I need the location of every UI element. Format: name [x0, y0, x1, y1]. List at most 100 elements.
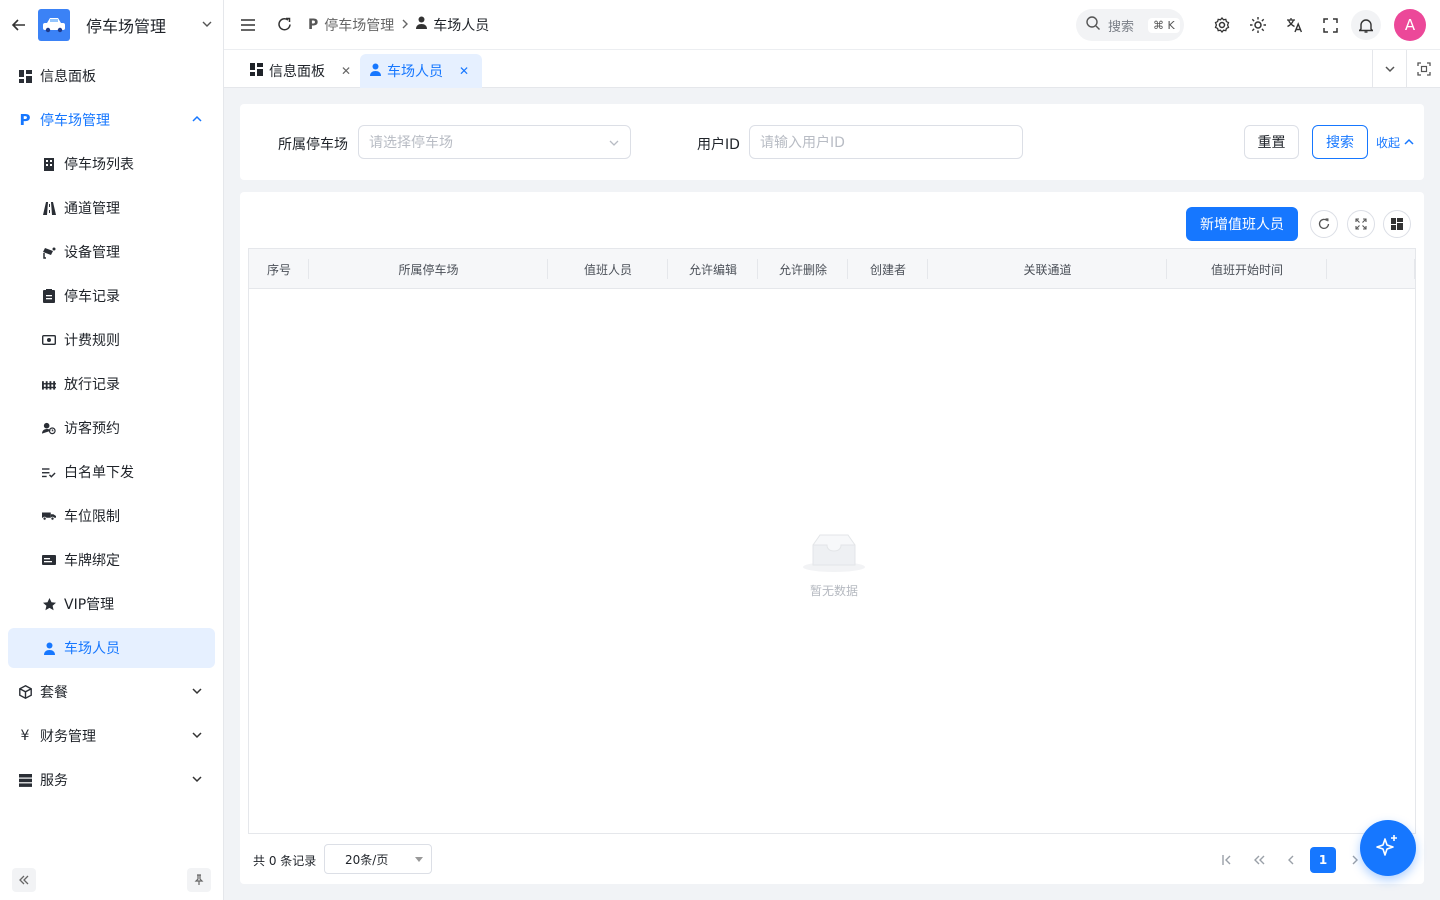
sidebar-item-device-management[interactable]: 设备管理 — [8, 232, 215, 272]
search-placeholder: 搜索 — [1108, 19, 1135, 35]
sidebar-item-label: 车位限制 — [64, 509, 120, 525]
menu-toggle-icon[interactable] — [230, 7, 266, 43]
truck-icon — [42, 509, 56, 523]
sidebar-item-finance[interactable]: ¥ 财务管理 — [8, 716, 215, 756]
column-header[interactable]: 关联通道 — [928, 249, 1167, 289]
sparkles-icon — [1375, 833, 1401, 863]
sidebar-item-release-records[interactable]: 放行记录 — [8, 364, 215, 404]
chevron-down-icon[interactable] — [1372, 50, 1406, 88]
sidebar-item-label: 停车场管理 — [40, 113, 110, 129]
column-header[interactable]: 允许删除 — [758, 249, 848, 289]
app-logo — [38, 9, 70, 41]
breadcrumb-item[interactable]: 停车场管理 — [324, 15, 394, 35]
back-arrow-icon[interactable] — [10, 16, 28, 34]
user-id-label: 用户ID — [697, 137, 740, 153]
column-header-label: 值班人员 — [583, 262, 632, 277]
sidebar-item-billing-rules[interactable]: 计费规则 — [8, 320, 215, 360]
theme-sun-icon[interactable] — [1240, 7, 1276, 43]
chevron-down-icon — [608, 137, 620, 153]
pin-icon[interactable] — [187, 868, 211, 892]
sidebar-item-service[interactable]: 服务 — [8, 760, 215, 800]
notification-bell-icon[interactable] — [1351, 10, 1381, 40]
user-avatar[interactable]: A — [1394, 9, 1426, 41]
add-duty-staff-button[interactable]: 新增值班人员 — [1186, 207, 1298, 241]
sidebar-item-package[interactable]: 套餐 — [8, 672, 215, 712]
sidebar-item-label: 访客预约 — [64, 421, 120, 437]
tab-label: 车场人员 — [387, 64, 443, 80]
parking-lot-select[interactable]: 请选择停车场 — [358, 125, 631, 159]
sidebar-item-channel-management[interactable]: 通道管理 — [8, 188, 215, 228]
refresh-icon[interactable] — [1310, 210, 1338, 238]
close-icon[interactable]: ✕ — [341, 64, 351, 78]
prev-page-icon[interactable] — [1278, 847, 1304, 873]
column-header[interactable]: 创建者 — [848, 249, 928, 289]
sidebar-item-space-limit[interactable]: 车位限制 — [8, 496, 215, 536]
sidebar-item-plate-binding[interactable]: 车牌绑定 — [8, 540, 215, 580]
chevron-down-icon[interactable] — [191, 729, 203, 741]
chevron-down-icon[interactable] — [191, 685, 203, 697]
refresh-icon[interactable] — [266, 7, 302, 43]
prev-group-icon[interactable] — [1246, 847, 1272, 873]
empty-inbox-icon — [803, 531, 865, 576]
column-header[interactable]: 值班开始时间 — [1167, 249, 1327, 289]
page-size-select[interactable]: 20条/页 — [324, 844, 432, 874]
column-header — [1327, 249, 1415, 289]
reset-button[interactable]: 重置 — [1244, 125, 1299, 159]
user-id-placeholder: 请输入用户ID — [760, 135, 845, 151]
column-header[interactable]: 序号 — [249, 249, 309, 289]
sidebar-item-whitelist-issue[interactable]: 白名单下发 — [8, 452, 215, 492]
sidebar: 停车场管理 信息面板 P 停车场管理 停车场列表 通道管理 设备管理 停车记录 … — [0, 0, 224, 900]
sidebar-item-label: 计费规则 — [64, 333, 120, 349]
server-icon — [18, 773, 32, 787]
user-icon — [42, 641, 56, 655]
sidebar-header: 停车场管理 — [0, 0, 223, 50]
camera-icon — [42, 245, 56, 259]
tab-parking-staff[interactable]: 车场人员 ✕ — [360, 54, 482, 88]
tab-label: 信息面板 — [269, 64, 325, 80]
close-icon[interactable]: ✕ — [459, 64, 469, 78]
collapse-toggle[interactable]: 收起 — [1376, 134, 1414, 151]
tab-dashboard[interactable]: 信息面板 ✕ — [240, 54, 361, 88]
fullscreen-icon[interactable] — [1312, 7, 1348, 43]
collapse-sidebar-icon[interactable] — [12, 868, 36, 892]
sidebar-item-label: 停车记录 — [64, 289, 120, 305]
user-id-input[interactable]: 请输入用户ID — [749, 125, 1023, 159]
sidebar-item-vip-management[interactable]: VIP管理 — [8, 584, 215, 624]
user-icon — [416, 16, 428, 33]
sidebar-item-label: 放行记录 — [64, 377, 120, 393]
sidebar-item-parking-list[interactable]: 停车场列表 — [8, 144, 215, 184]
translate-icon[interactable] — [1276, 7, 1312, 43]
column-header[interactable]: 允许编辑 — [668, 249, 758, 289]
column-header-label: 所属停车场 — [398, 262, 459, 277]
fence-icon — [42, 377, 56, 391]
page-number[interactable]: 1 — [1310, 847, 1336, 873]
chevron-down-icon[interactable] — [201, 18, 213, 33]
maximize-icon[interactable] — [1406, 50, 1440, 88]
sidebar-item-parking-management[interactable]: P 停车场管理 — [8, 100, 215, 140]
chevron-up-icon — [1404, 136, 1414, 150]
ai-assistant-button[interactable] — [1360, 820, 1416, 876]
column-header[interactable]: 值班人员 — [548, 249, 668, 289]
total-records: 共 0 条记录 — [253, 854, 317, 868]
column-header-label: 序号 — [266, 262, 291, 277]
settings-gear-icon[interactable] — [1204, 7, 1240, 43]
search-button[interactable]: 搜索 — [1312, 125, 1368, 159]
first-page-icon[interactable] — [1214, 847, 1240, 873]
sidebar-item-label: VIP管理 — [64, 597, 115, 613]
sidebar-item-label: 信息面板 — [40, 69, 96, 85]
sidebar-item-parking-records[interactable]: 停车记录 — [8, 276, 215, 316]
column-header[interactable]: 所属停车场 — [309, 249, 548, 289]
sidebar-item-label: 套餐 — [40, 685, 68, 701]
sidebar-item-parking-staff[interactable]: 车场人员 — [8, 628, 215, 668]
table-header: 序号 所属停车场 值班人员 允许编辑 允许删除 创建者 关联通道 值班开始时间 — [249, 249, 1415, 289]
app-root: 停车场管理 信息面板 P 停车场管理 停车场列表 通道管理 设备管理 停车记录 … — [0, 0, 1440, 900]
expand-icon[interactable] — [1347, 210, 1375, 238]
global-search[interactable]: 搜索 ⌘ K — [1076, 9, 1184, 41]
top-header: P 停车场管理 车场人员 搜索 ⌘ K A — [224, 0, 1440, 50]
sidebar-item-dashboard[interactable]: 信息面板 — [8, 56, 215, 96]
sidebar-item-label: 车牌绑定 — [64, 553, 120, 569]
column-settings-icon[interactable] — [1383, 210, 1411, 238]
chevron-down-icon[interactable] — [191, 773, 203, 785]
sidebar-item-visitor-reservation[interactable]: 访客预约 — [8, 408, 215, 448]
chevron-up-icon[interactable] — [191, 113, 203, 125]
